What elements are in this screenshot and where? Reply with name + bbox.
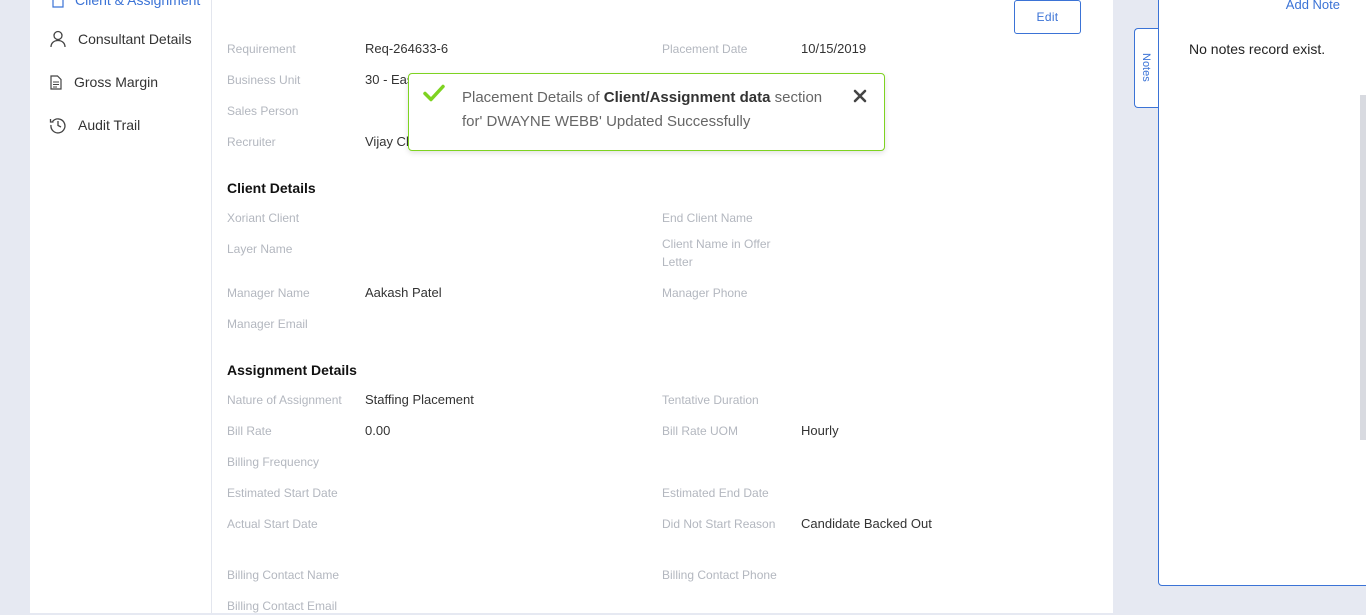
manager-name-value: Aakash Patel — [365, 285, 442, 300]
history-icon — [48, 115, 68, 135]
nature-of-assignment-value: Staffing Placement — [365, 392, 474, 407]
assignment-details-heading: Assignment Details — [227, 362, 357, 378]
document-icon — [46, 72, 66, 92]
estimated-end-date-label: Estimated End Date — [662, 486, 769, 500]
estimated-start-date-label: Estimated Start Date — [227, 486, 338, 500]
did-not-start-reason-label: Did Not Start Reason — [662, 517, 776, 531]
business-unit-label: Business Unit — [227, 73, 301, 87]
bill-rate-label: Bill Rate — [227, 424, 272, 438]
billing-contact-phone-label: Billing Contact Phone — [662, 568, 777, 582]
layer-name-label: Layer Name — [227, 242, 293, 256]
tentative-duration-label: Tentative Duration — [662, 393, 759, 407]
bill-rate-uom-label: Bill Rate UOM — [662, 424, 739, 438]
sidebar: Client & Assignment Consultant Details G… — [30, 0, 212, 613]
sidebar-item-label: Audit Trail — [78, 117, 141, 133]
sidebar-item-label: Gross Margin — [74, 74, 159, 90]
bill-rate-value: 0.00 — [365, 423, 391, 438]
scrollbar[interactable] — [1360, 95, 1366, 440]
sidebar-item-audit-trail[interactable]: Audit Trail — [30, 107, 211, 143]
manager-name-label: Manager Name — [227, 286, 310, 300]
checkmark-icon — [423, 84, 445, 107]
nature-of-assignment-label: Nature of Assignment — [227, 393, 342, 407]
sidebar-item-label: Consultant Details — [78, 31, 192, 47]
end-client-label: End Client Name — [662, 211, 753, 225]
notes-tab-label: Notes — [1140, 53, 1152, 82]
did-not-start-reason-value: Candidate Backed Out — [801, 516, 932, 531]
actual-start-date-label: Actual Start Date — [227, 517, 318, 531]
placement-date-value: 10/15/2019 — [801, 41, 867, 56]
manager-phone-label: Manager Phone — [662, 286, 748, 300]
sales-person-label: Sales Person — [227, 104, 299, 118]
document-icon — [48, 0, 68, 10]
billing-contact-name-label: Billing Contact Name — [227, 568, 340, 582]
client-offer-label: Client Name in Offer — [662, 237, 771, 251]
notes-tab[interactable]: Notes — [1134, 28, 1159, 108]
requirement-label: Requirement — [227, 42, 296, 56]
toast-message-prefix: Placement Details of — [462, 89, 604, 106]
toast-message: Placement Details of Client/Assignment d… — [462, 86, 842, 134]
business-unit-value: 30 - Eas — [365, 72, 414, 87]
requirement-value: Req-264633-6 — [365, 41, 449, 56]
billing-contact-email-label: Billing Contact Email — [227, 599, 338, 613]
xoriant-client-label: Xoriant Client — [227, 211, 300, 225]
user-icon — [48, 29, 68, 49]
sidebar-item-label: Client & Assignment — [75, 0, 201, 8]
sidebar-item-client-assignment[interactable]: Client & Assignment — [30, 0, 211, 18]
add-note-link[interactable]: Add Note — [1286, 0, 1340, 12]
manager-email-label: Manager Email — [227, 317, 308, 331]
billing-frequency-label: Billing Frequency — [227, 455, 320, 469]
recruiter-label: Recruiter — [227, 135, 276, 149]
sidebar-item-consultant-details[interactable]: Consultant Details — [30, 21, 211, 57]
no-notes-message: No notes record exist. — [1189, 41, 1326, 57]
notes-panel: Add Note No notes record exist. — [1158, 0, 1366, 586]
sidebar-item-gross-margin[interactable]: Gross Margin — [30, 64, 211, 100]
placement-date-label: Placement Date — [662, 42, 748, 56]
bill-rate-uom-value: Hourly — [801, 423, 839, 438]
client-offer-label-line2: Letter — [662, 255, 693, 269]
toast-message-bold: Client/Assignment data — [603, 89, 771, 106]
success-toast: Placement Details of Client/Assignment d… — [408, 73, 885, 151]
close-icon[interactable] — [853, 89, 867, 108]
edit-button[interactable]: Edit — [1014, 0, 1081, 34]
recruiter-value: Vijay Cl — [365, 134, 409, 149]
client-details-heading: Client Details — [227, 180, 316, 196]
